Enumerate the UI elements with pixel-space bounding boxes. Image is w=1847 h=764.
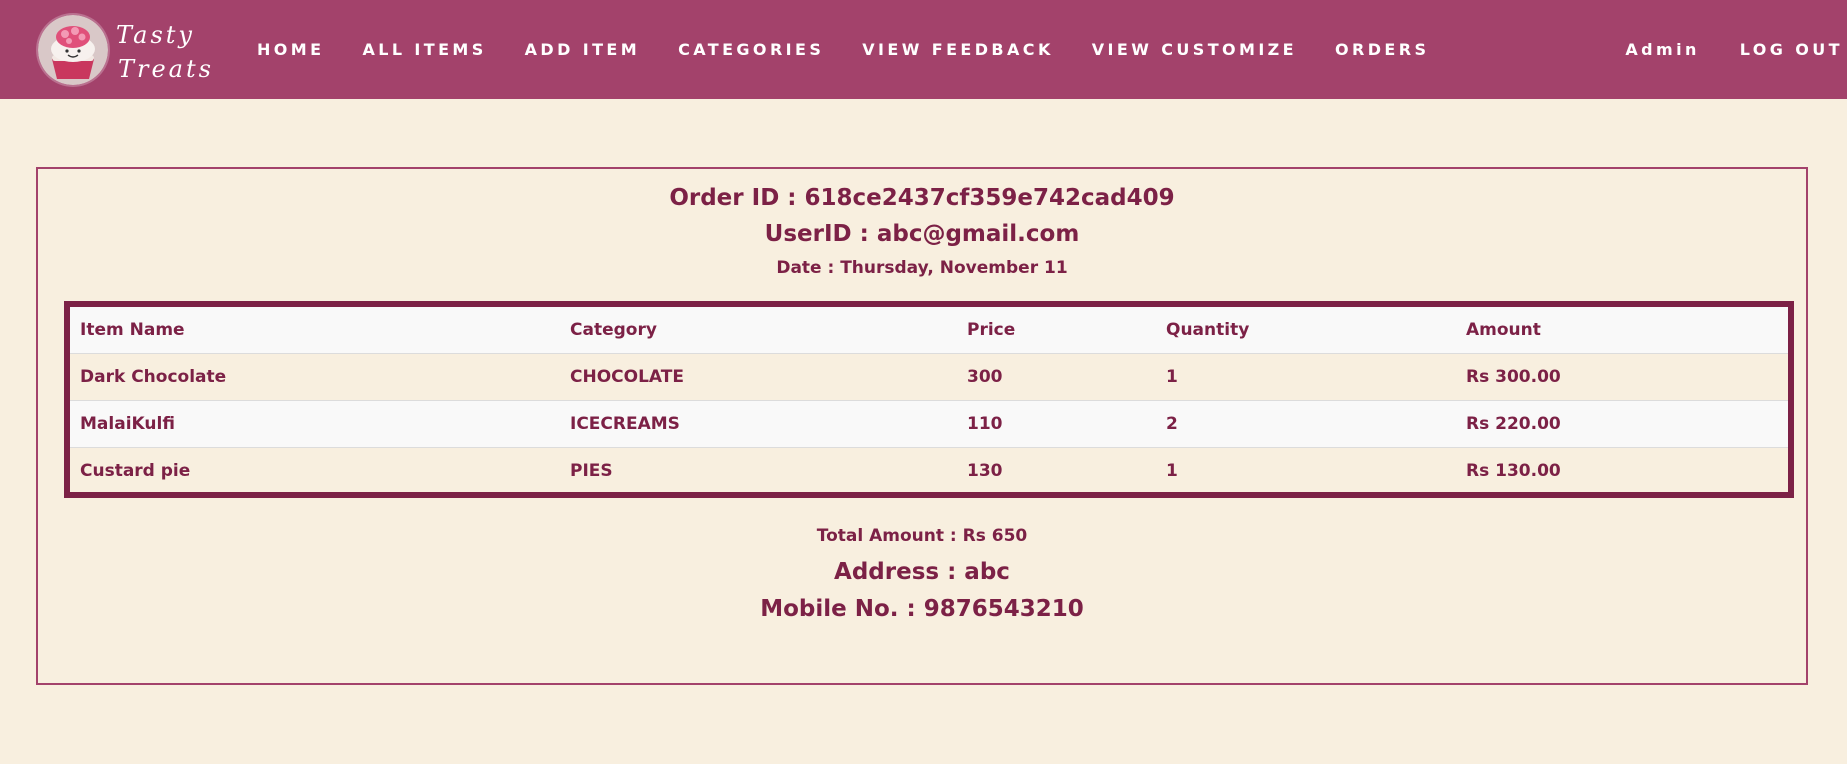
total-amount: Total Amount : Rs 650 — [816, 526, 1028, 546]
table-row: Custard pie PIES 130 1 Rs 130.00 — [70, 447, 1788, 492]
table-header-row: Item Name Category Price Quantity Amount — [70, 307, 1788, 354]
column-header-amount: Amount — [1456, 307, 1788, 354]
cell-category: CHOCOLATE — [560, 353, 957, 401]
nav-home[interactable]: HOME — [257, 40, 324, 59]
brand-line-2: Treats — [118, 55, 214, 83]
column-header-quantity: Quantity — [1156, 307, 1456, 354]
cupcake-logo-icon[interactable] — [38, 15, 108, 85]
cell-item-name: Custard pie — [80, 461, 191, 481]
nav-orders[interactable]: ORDERS — [1335, 40, 1429, 59]
nav-add-item[interactable]: ADD ITEM — [525, 40, 640, 59]
items-table: Item Name Category Price Quantity Amount… — [70, 307, 1788, 492]
cell-price: 130 — [967, 461, 1003, 481]
table-row: MalaiKulfi ICECREAMS 110 2 Rs 220.00 — [70, 400, 1788, 448]
cell-price: 110 — [957, 400, 1156, 448]
cell-category: PIES — [570, 461, 613, 481]
top-navbar: Tasty Treats HOME ALL ITEMS ADD ITEM CAT… — [0, 0, 1847, 99]
column-header-category: Category — [560, 307, 957, 354]
nav-admin-user[interactable]: Admin — [1625, 40, 1699, 59]
nav-view-customize[interactable]: VIEW CUSTOMIZE — [1092, 40, 1297, 59]
nav-right: Admin LOG OUT — [1625, 0, 1843, 99]
cell-category: ICECREAMS — [560, 400, 957, 448]
column-header-price: Price — [957, 307, 1156, 354]
nav-categories[interactable]: CATEGORIES — [678, 40, 824, 59]
cell-quantity: 1 — [1166, 461, 1178, 481]
nav-all-items[interactable]: ALL ITEMS — [362, 40, 486, 59]
order-id: Order ID : 618ce2437cf359e742cad409 — [669, 185, 1175, 211]
cell-price: 300 — [957, 353, 1156, 401]
brand-name[interactable]: Tasty Treats — [116, 18, 214, 86]
table-row: Dark Chocolate CHOCOLATE 300 1 Rs 300.00 — [70, 353, 1788, 401]
cell-quantity: 1 — [1156, 353, 1456, 401]
order-card: Order ID : 618ce2437cf359e742cad409 User… — [36, 167, 1808, 685]
cell-item-name: Dark Chocolate — [70, 353, 560, 401]
main-nav: HOME ALL ITEMS ADD ITEM CATEGORIES VIEW … — [257, 0, 1429, 99]
cell-quantity: 2 — [1156, 400, 1456, 448]
order-items-table: Item Name Category Price Quantity Amount… — [64, 301, 1794, 498]
nav-view-feedback[interactable]: VIEW FEEDBACK — [862, 40, 1053, 59]
cell-item-name: MalaiKulfi — [70, 400, 560, 448]
nav-logout-button[interactable]: LOG OUT — [1740, 40, 1843, 59]
cell-amount: Rs 130.00 — [1466, 461, 1561, 481]
cell-amount: Rs 300.00 — [1456, 353, 1788, 401]
order-date: Date : Thursday, November 11 — [776, 258, 1068, 278]
cell-amount: Rs 220.00 — [1456, 400, 1788, 448]
user-id: UserID : abc@gmail.com — [764, 221, 1080, 247]
column-header-item-name: Item Name — [70, 307, 560, 354]
brand-line-1: Tasty — [116, 21, 195, 49]
mobile-number: Mobile No. : 9876543210 — [760, 596, 1084, 622]
delivery-address: Address : abc — [834, 559, 1010, 585]
